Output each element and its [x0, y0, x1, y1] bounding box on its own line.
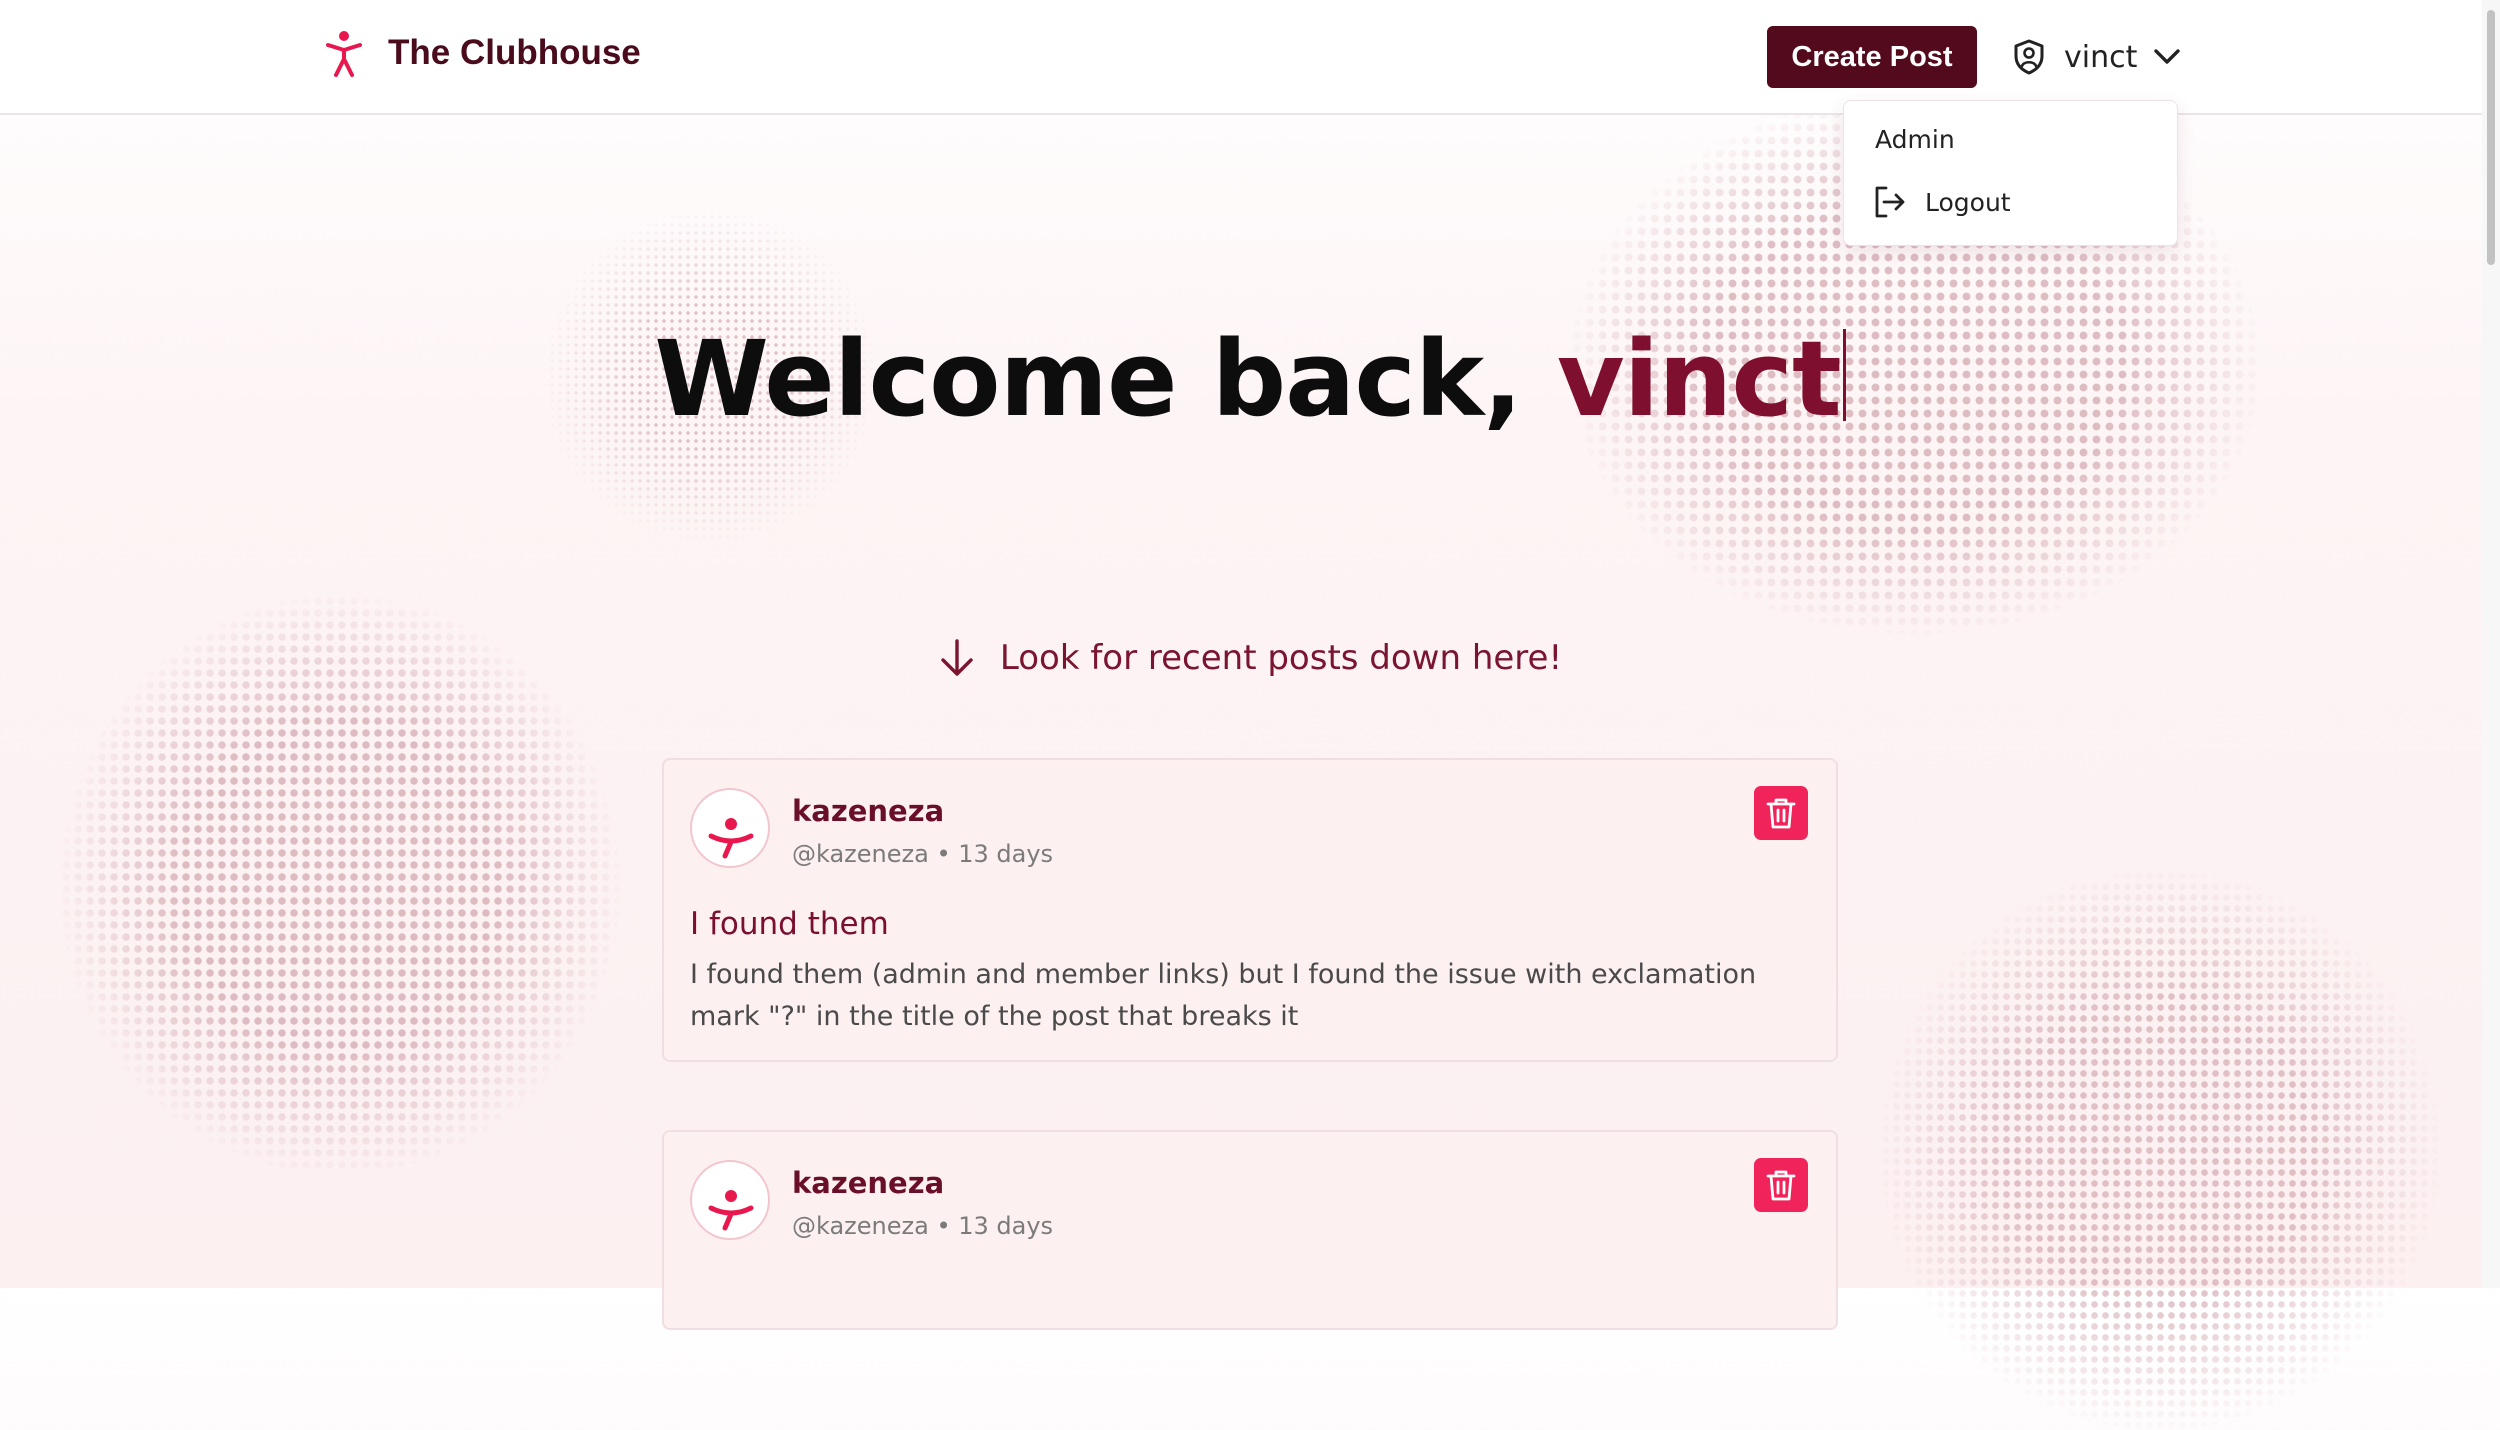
menu-item-admin[interactable]: Admin	[1875, 125, 1955, 154]
post-card: kazeneza @kazeneza • 13 days	[662, 1130, 1838, 1330]
logout-icon	[1875, 186, 1905, 218]
person-figure-icon	[326, 31, 362, 77]
logout-label: Logout	[1925, 187, 2011, 217]
post-title: I found them	[690, 906, 889, 942]
person-figure-icon	[708, 1190, 754, 1231]
scrollbar-thumb[interactable]	[2487, 10, 2495, 265]
avatar	[690, 788, 770, 868]
welcome-username: vinct	[1556, 318, 1842, 440]
post-author-name: kazeneza	[792, 794, 945, 828]
recent-posts-hint-text: Look for recent posts down here!	[999, 638, 1563, 678]
shield-user-icon	[2014, 39, 2044, 75]
arrow-down-icon	[941, 639, 973, 676]
brand-link[interactable]: The Clubhouse	[322, 28, 641, 78]
avatar	[690, 1160, 770, 1240]
halftone-decoration	[1880, 870, 2440, 1430]
trash-icon	[1766, 798, 1796, 829]
user-menu-toggle[interactable]: vinct	[2012, 30, 2181, 84]
delete-post-button[interactable]	[1754, 786, 1808, 840]
post-author-name: kazeneza	[792, 1166, 945, 1200]
page-scrollbar[interactable]	[2482, 0, 2500, 1288]
delete-post-button[interactable]	[1754, 1158, 1808, 1212]
post-meta: @kazeneza • 13 days	[792, 840, 1054, 868]
person-figure-icon	[708, 818, 754, 859]
trash-icon	[1766, 1170, 1796, 1201]
user-dropdown-menu: Admin Logout	[1843, 100, 2178, 246]
chevron-down-icon	[2154, 49, 2181, 64]
post-body: I found them (admin and member links) bu…	[690, 959, 1757, 1032]
recent-posts-hint: Look for recent posts down here!	[0, 638, 2500, 678]
text-caret	[1842, 329, 1846, 421]
brand-name: The Clubhouse	[388, 33, 641, 72]
menu-item-logout[interactable]: Logout	[1872, 185, 2011, 219]
welcome-greeting: Welcome back,	[654, 318, 1522, 440]
top-navbar: The Clubhouse Create Post vinct	[0, 0, 2500, 115]
halftone-decoration	[60, 595, 620, 1175]
create-post-button[interactable]: Create Post	[1767, 26, 1977, 88]
username-label: vinct	[2064, 39, 2138, 75]
post-card: kazeneza @kazeneza • 13 days I found the…	[662, 758, 1838, 1062]
post-meta: @kazeneza • 13 days	[792, 1212, 1054, 1240]
welcome-heading: Welcome back, vinct	[0, 318, 2500, 440]
